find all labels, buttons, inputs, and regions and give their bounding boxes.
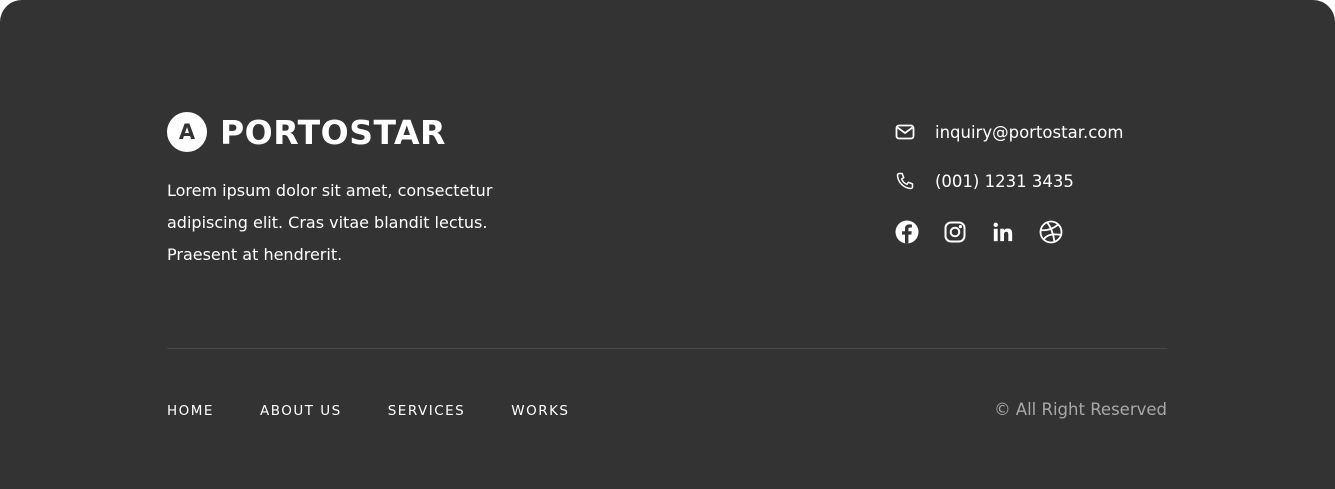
phone-icon xyxy=(894,170,916,192)
email-text: inquiry@portostar.com xyxy=(935,122,1124,142)
brand-name: PORTOSTAR xyxy=(220,112,446,152)
phone-text: (001) 1231 3435 xyxy=(935,171,1074,191)
mail-icon xyxy=(894,121,916,143)
dribbble-icon[interactable] xyxy=(1038,219,1064,245)
contact-phone[interactable]: (001) 1231 3435 xyxy=(894,170,1074,192)
brand[interactable]: A PORTOSTAR xyxy=(167,112,446,152)
brand-description: Lorem ipsum dolor sit amet, consectetur … xyxy=(167,181,493,264)
nav-item-home[interactable]: HOME xyxy=(167,403,214,419)
nav-item-about-us[interactable]: ABOUT US xyxy=(260,403,342,419)
social-links xyxy=(894,219,1086,245)
footer-nav: HOME ABOUT US SERVICES WORKS xyxy=(167,403,616,419)
nav-item-works[interactable]: WORKS xyxy=(511,403,569,419)
logo-icon: A xyxy=(167,112,207,152)
copyright-text: © All Right Reserved xyxy=(994,400,1167,419)
contact-email[interactable]: inquiry@portostar.com xyxy=(894,121,1123,143)
linkedin-icon[interactable] xyxy=(990,219,1016,245)
instagram-icon[interactable] xyxy=(942,219,968,245)
nav-item-services[interactable]: SERVICES xyxy=(388,403,465,419)
footer-divider xyxy=(167,348,1167,349)
logo-letter: A xyxy=(178,120,196,144)
site-footer: A PORTOSTAR Lorem ipsum dolor sit amet, … xyxy=(0,0,1335,489)
facebook-icon[interactable] xyxy=(894,219,920,245)
